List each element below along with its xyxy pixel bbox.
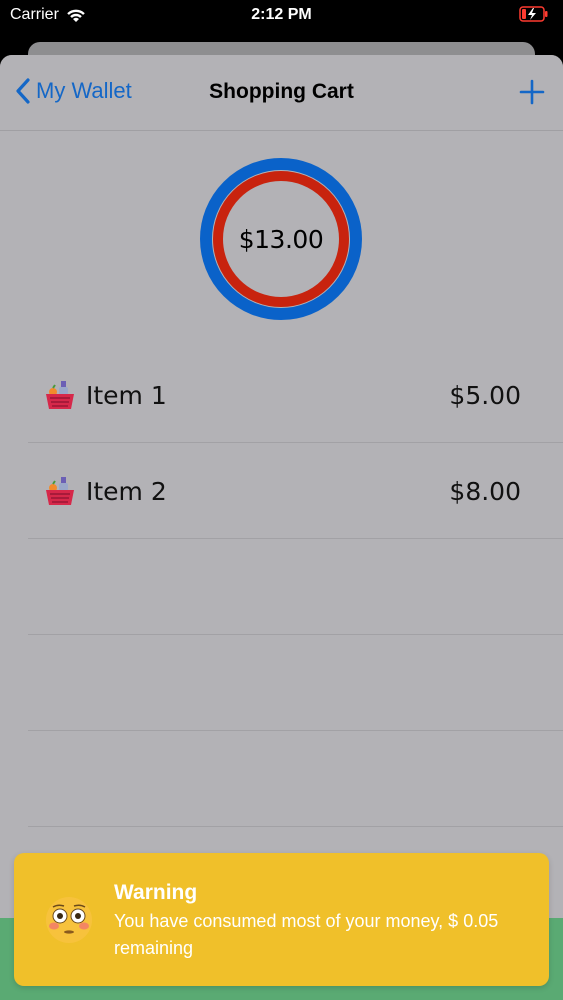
- empty-row: [28, 731, 563, 827]
- chevron-left-icon: [16, 78, 30, 104]
- basket-icon: [46, 381, 74, 409]
- warning-toast[interactable]: Warning You have consumed most of your m…: [14, 853, 549, 986]
- item-price: $8.00: [449, 477, 521, 506]
- status-bar: Carrier 2:12 PM: [0, 0, 563, 34]
- flushed-face-icon: [46, 897, 92, 943]
- item-name: Item 1: [86, 381, 167, 410]
- empty-row: [28, 539, 563, 635]
- list-item[interactable]: Item 2 $8.00: [28, 443, 563, 539]
- item-price: $5.00: [449, 381, 521, 410]
- battery-charging-icon: [519, 6, 548, 22]
- back-button-label: My Wallet: [36, 78, 132, 103]
- plus-icon: [519, 79, 545, 105]
- total-amount: $13.00: [238, 224, 324, 254]
- item-name: Item 2: [86, 477, 167, 506]
- navigation-bar: My Wallet Shopping Cart: [0, 55, 563, 131]
- toast-message: You have consumed most of your money, $ …: [114, 911, 499, 958]
- list-item[interactable]: Item 1 $5.00: [28, 347, 563, 443]
- back-button[interactable]: My Wallet: [14, 77, 132, 105]
- status-time: 2:12 PM: [251, 6, 312, 23]
- toast-title: Warning: [114, 881, 198, 904]
- add-item-button[interactable]: [517, 77, 547, 107]
- basket-icon: [46, 477, 74, 505]
- item-list: Item 1 $5.00 Item 2 $8.00: [0, 347, 563, 827]
- empty-row: [28, 635, 563, 731]
